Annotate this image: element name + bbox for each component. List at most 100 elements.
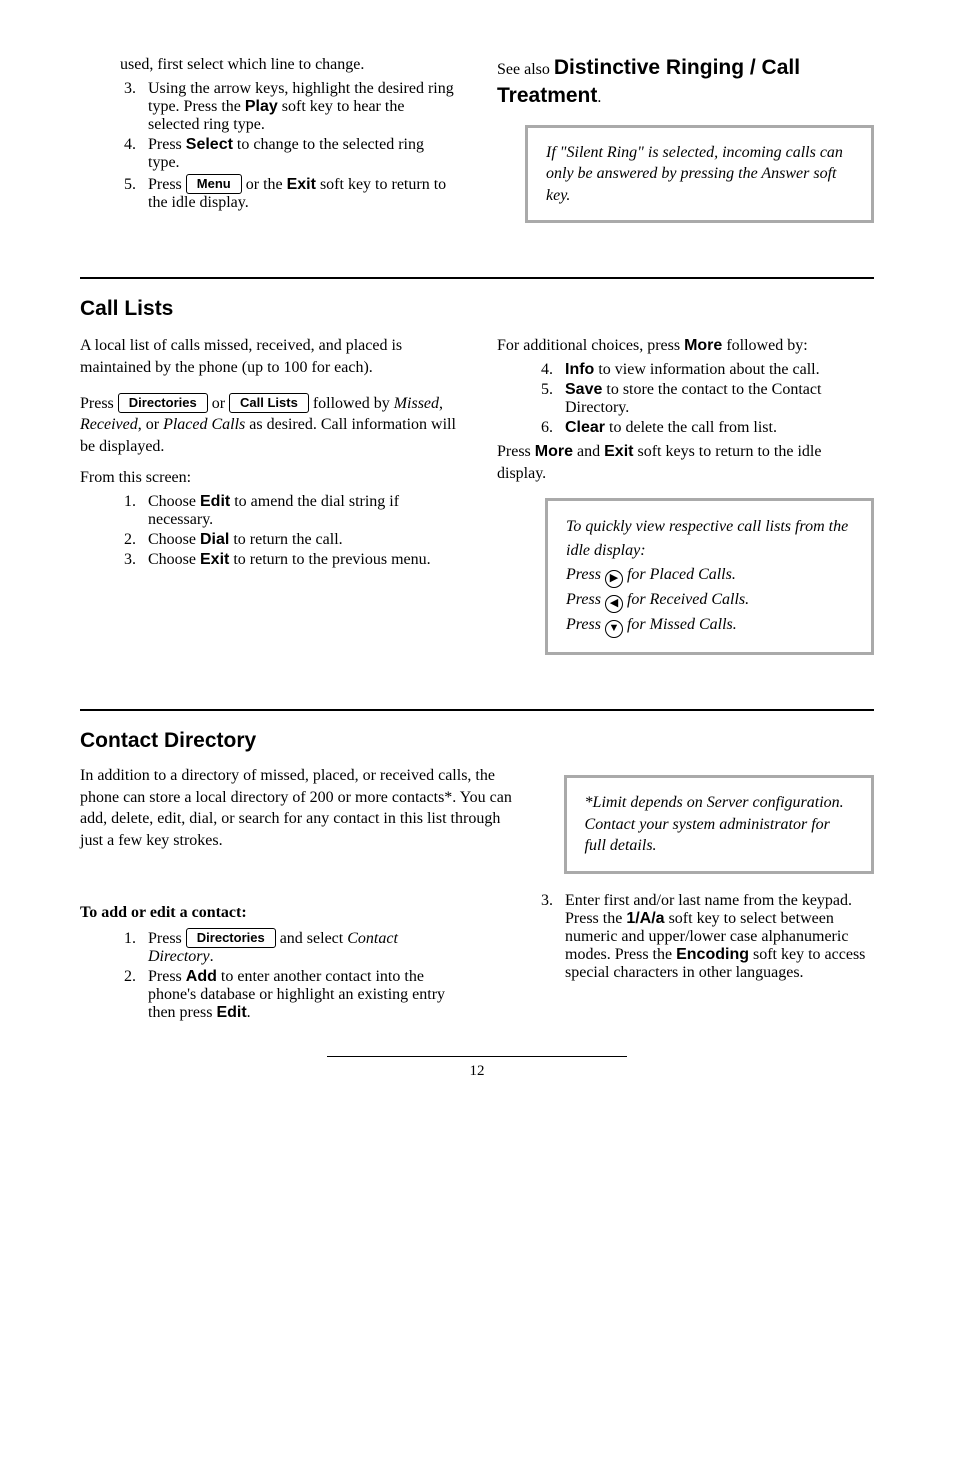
text: . [597, 89, 601, 106]
contact-left-list: Press Directories and select Contact Dir… [80, 928, 457, 1022]
top-left-col: used, first select which line to change.… [80, 50, 457, 237]
section-divider [80, 277, 874, 279]
softkey-edit: Edit [216, 1004, 246, 1021]
callout-quick-view: To quickly view respective call lists fr… [545, 498, 874, 655]
list-item: Choose Exit to return to the previous me… [140, 551, 457, 569]
contact-intro-row: In addition to a directory of missed, pl… [80, 761, 874, 888]
italic-text: Received [80, 416, 138, 433]
text: for Placed Calls. [623, 566, 736, 583]
text: , [439, 395, 443, 412]
contact-right-col: Enter first and/or last name from the ke… [497, 888, 874, 1026]
calllists-button-icon: Call Lists [229, 393, 309, 413]
list-item: Save to store the contact to the Contact… [557, 381, 874, 417]
text: followed by: [722, 337, 807, 354]
contact-right-list: Enter first and/or last name from the ke… [497, 892, 874, 982]
list-item: Info to view information about the call. [557, 361, 874, 379]
page-container: used, first select which line to change.… [0, 0, 954, 1120]
text: Press [566, 566, 605, 583]
intro-text: A local list of calls missed, received, … [80, 335, 457, 378]
calllists-left-list: Choose Edit to amend the dial string if … [80, 493, 457, 569]
softkey-clear: Clear [565, 419, 605, 436]
text: for Missed Calls. [623, 616, 737, 633]
text: Press [80, 395, 118, 412]
callout-line: Press ▶ for Placed Calls. [566, 563, 853, 588]
text: Press [497, 443, 535, 460]
section-divider [80, 709, 874, 711]
text: Choose [148, 551, 200, 568]
calllists-right-list: Info to view information about the call.… [497, 361, 874, 437]
left-arrow-icon: ◀ [605, 595, 623, 613]
text: Press [148, 136, 186, 153]
text: Choose [148, 531, 200, 548]
text: . [210, 948, 214, 965]
callout-silent-ring: If "Silent Ring" is selected, incoming c… [525, 125, 874, 224]
heading-call-lists: Call Lists [80, 297, 874, 321]
text: and select [276, 930, 348, 947]
right-arrow-icon: ▶ [605, 570, 623, 588]
softkey-more: More [535, 443, 573, 460]
text: or the [242, 176, 287, 193]
softkey-more: More [684, 337, 722, 354]
callout-line: Press ◀ for Received Calls. [566, 588, 853, 613]
text: to delete the call from list. [605, 419, 777, 436]
softkey-select: Select [186, 136, 233, 153]
top-right-col: See also Distinctive Ringing / Call Trea… [497, 50, 874, 237]
contact-intro-col: In addition to a directory of missed, pl… [80, 761, 514, 888]
softkey-edit: Edit [200, 493, 230, 510]
text: Press [566, 591, 605, 608]
text: Press [566, 616, 605, 633]
softkey-info: Info [565, 361, 594, 378]
down-arrow-icon: ▼ [605, 620, 623, 638]
softkey-dial: Dial [200, 531, 229, 548]
see-also: See also Distinctive Ringing / Call Trea… [497, 54, 874, 111]
text: followed by [309, 395, 394, 412]
callout-line: To quickly view respective call lists fr… [566, 515, 853, 563]
directories-button-icon: Directories [118, 393, 208, 413]
contact-steps-row: To add or edit a contact: Press Director… [80, 888, 874, 1026]
list-item: Choose Dial to return the call. [140, 531, 457, 549]
list-item: Press Add to enter another contact into … [140, 968, 457, 1022]
heading-contact-directory: Contact Directory [80, 729, 874, 753]
text: to return to the previous menu. [229, 551, 430, 568]
calllists-right-col: For additional choices, press More follo… [497, 331, 874, 669]
text: to view information about the call. [594, 361, 819, 378]
text: to return the call. [229, 531, 342, 548]
text: . [247, 1004, 251, 1021]
text: See also [497, 61, 554, 78]
contact-intro-text: In addition to a directory of missed, pl… [80, 765, 514, 851]
list-item: Choose Edit to amend the dial string if … [140, 493, 457, 529]
text: Press [148, 176, 186, 193]
callout-line: Press ▼ for Missed Calls. [566, 613, 853, 638]
list-item: Press Select to change to the selected r… [140, 136, 457, 172]
softkey-1aa: 1/A/a [626, 910, 664, 927]
menu-button-icon: Menu [186, 174, 242, 194]
softkey-exit: Exit [287, 176, 316, 193]
text: for Received Calls. [623, 591, 749, 608]
softkey-add: Add [186, 968, 217, 985]
text: Press [148, 930, 186, 947]
text: For additional choices, press [497, 337, 684, 354]
italic-text: Missed [394, 395, 439, 412]
text: Press [148, 968, 186, 985]
softkey-save: Save [565, 381, 602, 398]
directories-button-icon: Directories [186, 928, 276, 948]
list-item: Using the arrow keys, highlight the desi… [140, 80, 457, 134]
italic-text: Placed Calls [163, 416, 245, 433]
text: and [573, 443, 604, 460]
list-item: Press Menu or the Exit soft key to retur… [140, 174, 457, 212]
contact-left-col: To add or edit a contact: Press Director… [80, 888, 457, 1026]
top-section: used, first select which line to change.… [80, 50, 874, 237]
footer-divider [327, 1056, 627, 1057]
para: For additional choices, press More follo… [497, 335, 874, 357]
text: or [208, 395, 229, 412]
press-instructions: Press Directories or Call Lists followed… [80, 393, 457, 458]
continuation-text: used, first select which line to change. [120, 54, 457, 76]
subhead-add-edit: To add or edit a contact: [80, 902, 457, 924]
calllists-section: A local list of calls missed, received, … [80, 331, 874, 669]
list-item: Enter first and/or last name from the ke… [557, 892, 874, 982]
softkey-exit: Exit [200, 551, 229, 568]
para: Press More and Exit soft keys to return … [497, 441, 874, 484]
text: to store the contact to the Contact Dire… [565, 381, 821, 416]
text: Choose [148, 493, 200, 510]
callout-limit: *Limit depends on Server configuration. … [564, 775, 874, 874]
